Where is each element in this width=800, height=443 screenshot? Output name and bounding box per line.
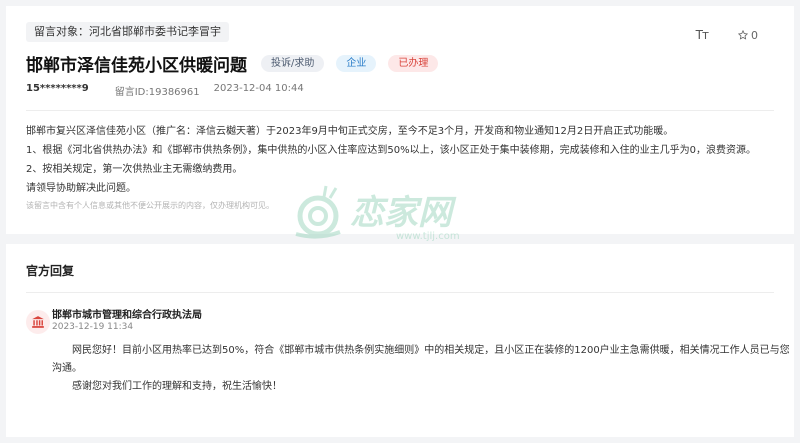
snail-icon (295, 185, 341, 239)
message-card: 留言对象：河北省邯郸市委书记李冒宇 Tт 0 邯郸市泽信佳苑小区供暖问题 投诉/… (6, 6, 794, 242)
message-target: 留言对象：河北省邯郸市委书记李冒宇 (26, 22, 229, 42)
watermark-brand: 恋家网 (350, 193, 457, 233)
reply-card: 官方回复 邯郸市城市管理和综合行政执法局 2023-12-19 11:34 网民… (6, 244, 794, 437)
tag-domain: 企业 (336, 55, 377, 72)
government-building-icon (32, 316, 44, 328)
top-actions: Tт 0 (696, 28, 758, 42)
reply-department: 邯郸市城市管理和综合行政执法局 (52, 310, 202, 321)
avatar (26, 310, 50, 334)
reply-paragraph: 感谢您对我们工作的理解和支持，祝生活愉快！ (72, 381, 282, 392)
title-row: 邯郸市泽信佳苑小区供暖问题 投诉/求助 企业 已办理 (26, 51, 450, 76)
divider (26, 292, 774, 293)
message-user: 15********9 (26, 83, 89, 94)
watermark-logo: 恋家网 www.tjlj.com (295, 185, 460, 242)
privacy-disclaimer: 该留言中含有个人信息或其他不便公开展示的内容，仅办理机构可见。 (26, 201, 274, 210)
tag-type: 投诉/求助 (261, 55, 325, 72)
watermark-url: www.tjlj.com (396, 231, 460, 242)
reply-body: 网民您好！目前小区用热率已达到50%，符合《邯郸市城市供热条例实施细则》中的相关… (52, 342, 792, 396)
reply-time: 2023-12-19 11:34 (52, 322, 134, 332)
font-size-icon[interactable]: Tт (696, 28, 709, 42)
reply-section-title: 官方回复 (26, 264, 75, 278)
message-date: 2023-12-04 10:44 (213, 83, 304, 94)
content-line: 1、根据《河北省供热办法》和《邯郸市供热条例》，集中供热的小区入住率应达到50%… (26, 145, 756, 156)
message-meta: 15********9 留言ID:19386961 2023-12-04 10:… (26, 83, 304, 98)
page-title: 邯郸市泽信佳苑小区供暖问题 (26, 56, 247, 76)
content-line: 2、按相关规定，第一次供热业主无需缴纳费用。 (26, 164, 243, 175)
content-line: 邯郸市复兴区泽信佳苑小区（推广名：泽信云樾天著）于2023年9月中旬正式交房，至… (26, 126, 674, 137)
favorite-count: 0 (751, 28, 758, 42)
divider (26, 110, 774, 111)
star-icon (738, 30, 748, 40)
message-id: 留言ID:19386961 (114, 87, 200, 98)
reply-paragraph: 网民您好！目前小区用热率已达到50%，符合《邯郸市城市供热条例实施细则》中的相关… (52, 345, 790, 374)
status-badge: 已办理 (388, 55, 439, 72)
favorite-button[interactable]: 0 (738, 29, 758, 42)
